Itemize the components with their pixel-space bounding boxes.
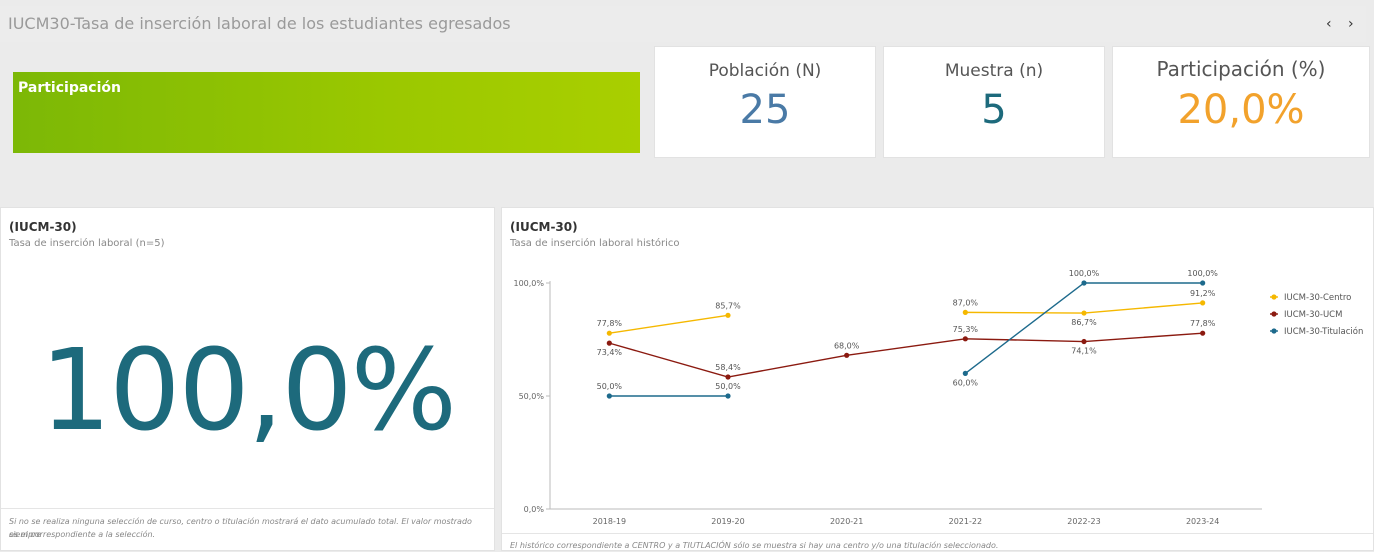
x-tick-label: 2022-23: [1067, 517, 1100, 526]
kpi-label: Muestra (n): [944, 61, 1044, 81]
data-point: [962, 309, 968, 315]
x-tick-label: 2019-20: [711, 517, 744, 526]
kpi-value: 25: [739, 87, 791, 133]
data-point: [1200, 300, 1206, 306]
data-point: [606, 393, 612, 399]
data-label: 86,7%: [1071, 318, 1097, 327]
legend-marker: [1271, 328, 1277, 334]
data-label: 74,1%: [1071, 347, 1097, 356]
series-line: [964, 282, 1203, 374]
data-label: 77,8%: [1190, 319, 1216, 328]
data-label: 58,4%: [715, 363, 741, 372]
data-label: 85,7%: [715, 301, 741, 310]
x-tick-label: 2020-21: [830, 517, 863, 526]
footnote-line-2: es el correspondiente a la selección.: [9, 530, 156, 539]
kpi-label: Población (N): [708, 61, 822, 81]
kpi-card-population[interactable]: Población (N) 25: [654, 46, 876, 158]
participation-banner: Participación: [13, 72, 640, 153]
data-point: [962, 336, 968, 342]
data-point: [606, 340, 612, 346]
data-label: 73,4%: [597, 348, 623, 357]
kpi-label: Participación (%): [1156, 57, 1326, 81]
data-point: [844, 352, 850, 358]
data-label: 50,0%: [597, 382, 623, 391]
x-tick-label: 2021-22: [949, 517, 982, 526]
footnote-divider: [1, 508, 494, 509]
historic-chart-panel[interactable]: (IUCM-30) Tasa de inserción laboral hist…: [501, 207, 1374, 551]
data-point: [1081, 310, 1087, 316]
series-line: [609, 314, 729, 334]
previous-sheet-icon[interactable]: ‹: [1326, 16, 1332, 32]
kpi-value: 5: [981, 87, 1007, 133]
data-point: [1200, 280, 1206, 286]
legend-label: IUCM-30-Titulación: [1284, 326, 1363, 337]
kpi-card-sample[interactable]: Muestra (n) 5: [883, 46, 1105, 158]
header-bar: IUCM30-Tasa de inserción laboral de los …: [0, 6, 1366, 42]
legend-label: IUCM-30-UCM: [1284, 310, 1342, 320]
data-label: 68,0%: [834, 341, 860, 350]
data-point: [962, 370, 968, 376]
historic-line-chart[interactable]: 0,0% 50,0% 100,0% 2018-19 2019-20 2020-21 2021…: [502, 208, 1374, 528]
x-tick-label: 2018-19: [593, 517, 626, 526]
data-label: 77,8%: [597, 319, 623, 328]
data-point: [1081, 280, 1087, 286]
page-title: IUCM30-Tasa de inserción laboral de los …: [8, 14, 511, 33]
data-label: 75,3%: [953, 325, 979, 334]
data-point: [725, 374, 731, 380]
data-point: [606, 330, 612, 336]
series-line: [609, 332, 1203, 378]
kpi-card-participation[interactable]: Participación (%) 20,0%: [1112, 46, 1370, 158]
next-sheet-icon[interactable]: ›: [1348, 16, 1354, 32]
data-label: 91,2%: [1190, 289, 1216, 298]
data-label: 60,0%: [953, 378, 979, 387]
chart-footnote: El histórico correspondiente a CENTRO y …: [510, 541, 999, 550]
data-point: [1200, 330, 1206, 336]
data-label: 87,0%: [953, 298, 979, 307]
insertion-rate-value: 100,0%: [39, 326, 457, 456]
panel-subtitle: Tasa de inserción laboral (n=5): [9, 238, 165, 249]
panel-title: (IUCM-30): [9, 220, 77, 234]
data-point: [725, 312, 731, 318]
legend-marker: [1271, 294, 1277, 300]
data-label: 50,0%: [715, 382, 741, 391]
y-tick-label: 50,0%: [519, 392, 545, 401]
data-point: [1081, 338, 1087, 345]
y-tick-label: 0,0%: [524, 505, 545, 514]
data-point: [725, 393, 731, 399]
data-label: 100,0%: [1069, 269, 1100, 278]
data-label: 100,0%: [1187, 269, 1218, 278]
insertion-rate-panel[interactable]: (IUCM-30) Tasa de inserción laboral (n=5…: [0, 207, 495, 551]
banner-label: Participación: [18, 80, 121, 96]
legend-marker: [1271, 311, 1277, 317]
footnote-divider: [502, 533, 1373, 534]
y-tick-label: 100,0%: [513, 279, 544, 288]
legend-label: IUCM-30-Centro: [1284, 293, 1351, 303]
x-tick-label: 2023-24: [1186, 517, 1219, 526]
kpi-value: 20,0%: [1177, 87, 1305, 133]
